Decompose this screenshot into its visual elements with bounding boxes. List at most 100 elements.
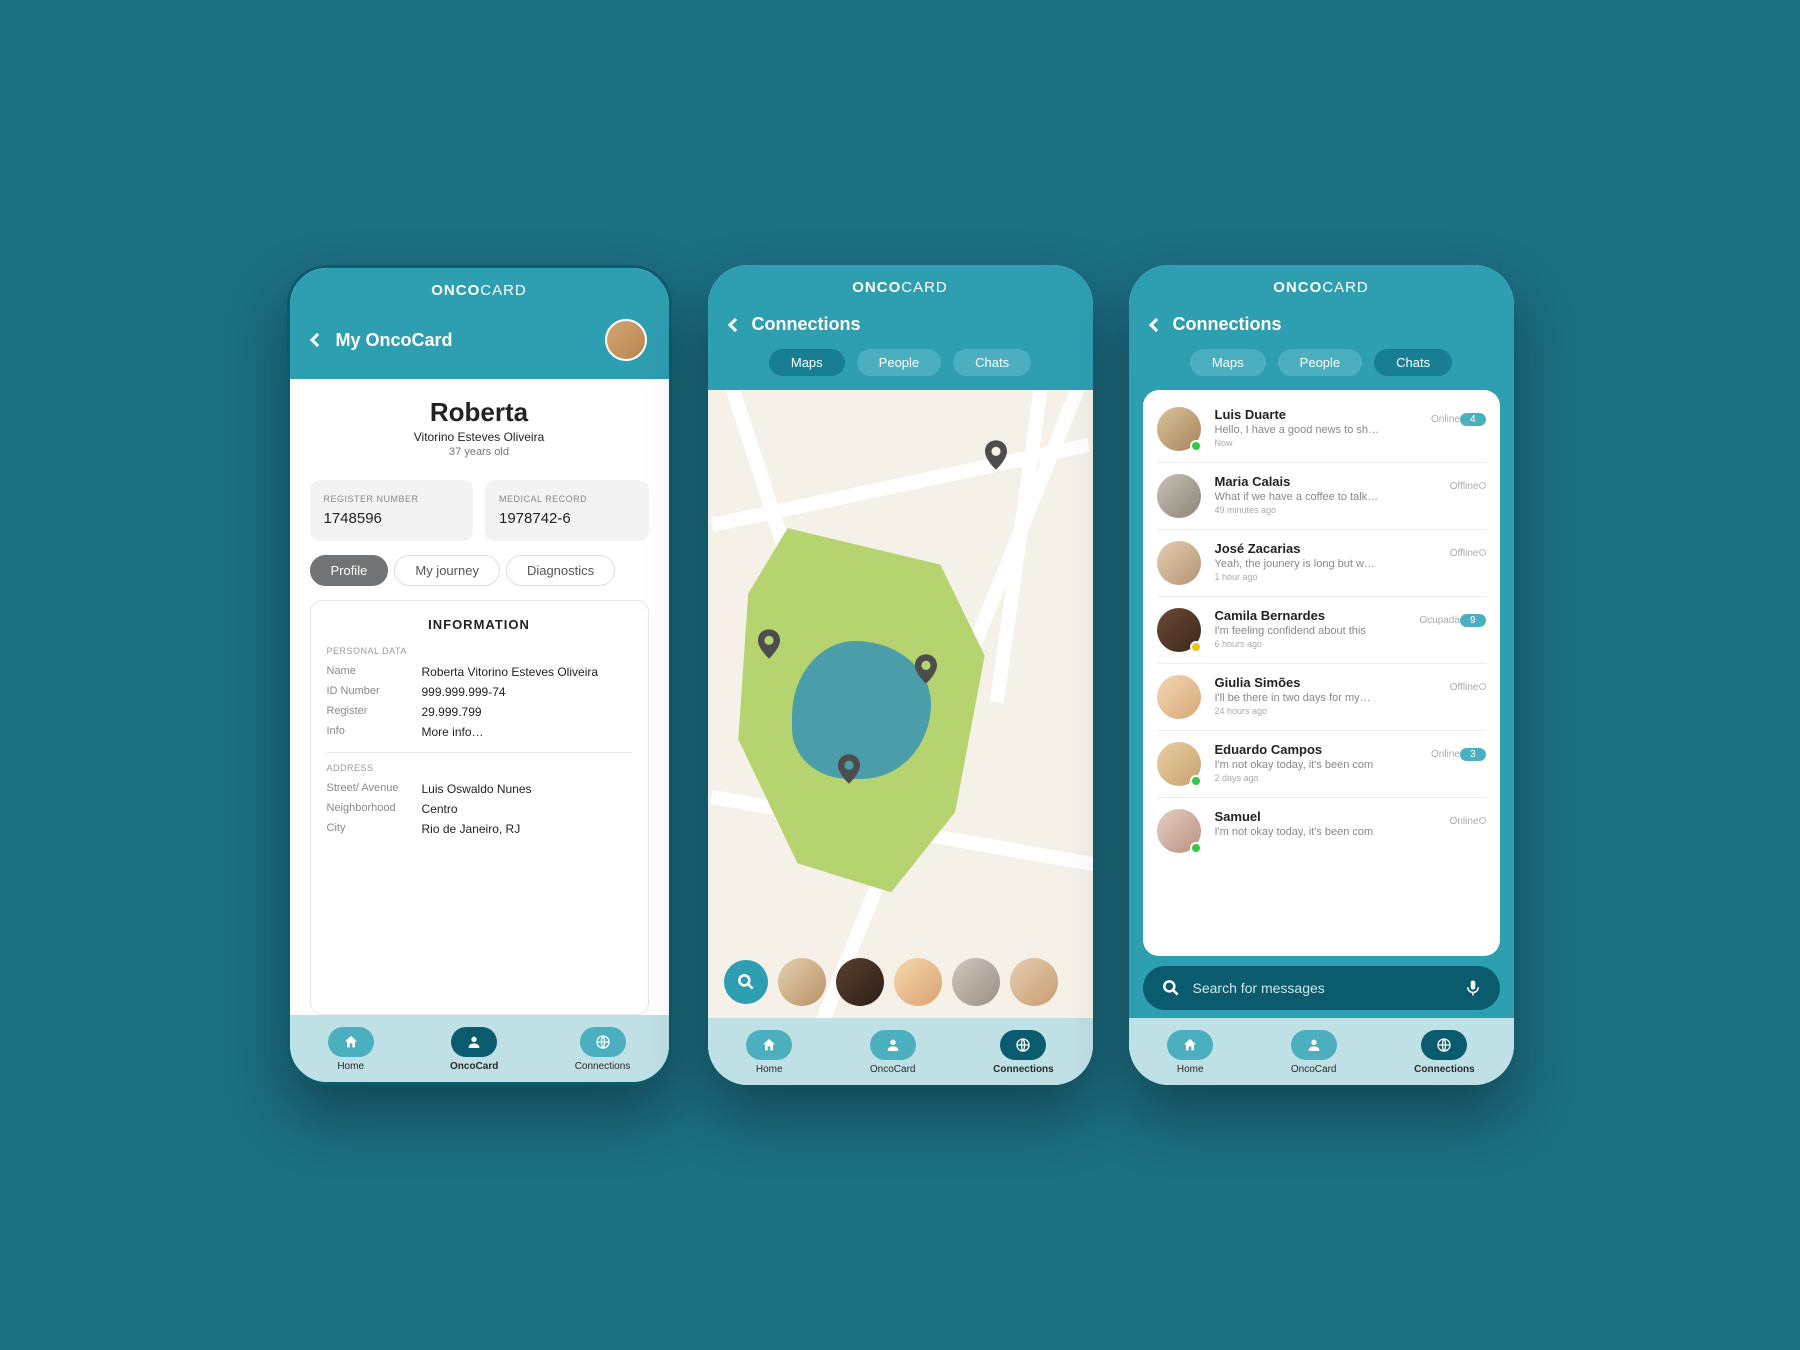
chat-status: Offline: [1450, 474, 1486, 492]
profile-name: Roberta: [290, 397, 669, 428]
person-avatar[interactable]: [952, 958, 1000, 1006]
chat-status: Ocupada9: [1419, 608, 1485, 627]
chat-status: Online: [1450, 809, 1486, 827]
home-icon: [1182, 1037, 1198, 1053]
page-header: Connections: [708, 304, 1093, 349]
globe-icon: [1436, 1037, 1452, 1053]
map-pin-icon[interactable]: [985, 440, 1007, 470]
nav-oncocard[interactable]: OncoCard: [1291, 1030, 1337, 1075]
chat-status: Offline: [1450, 541, 1486, 559]
chat-status: Offline: [1450, 675, 1486, 693]
chat-item[interactable]: Eduardo Campos I'm not okay today, it's …: [1157, 730, 1486, 797]
nav-home[interactable]: Home: [328, 1027, 374, 1072]
medical-card: MEDICAL RECORD 1978742-6: [485, 480, 649, 541]
bottom-nav: Home OncoCard Connections: [1129, 1018, 1514, 1085]
mic-icon[interactable]: [1464, 979, 1482, 997]
profile-summary: Roberta Vitorino Esteves Oliveira 37 yea…: [290, 379, 669, 470]
chat-time: Now: [1215, 438, 1418, 448]
chat-item[interactable]: José Zacarias Yeah, the jounery is long …: [1157, 529, 1486, 596]
avatar: [1157, 541, 1201, 585]
nav-oncocard[interactable]: OncoCard: [450, 1027, 498, 1072]
chat-item[interactable]: Giulia Simões I'll be there in two days …: [1157, 663, 1486, 730]
avatar: [1157, 675, 1201, 719]
avatar: [1157, 608, 1201, 652]
globe-icon: [1015, 1037, 1031, 1053]
tab-chats[interactable]: Chats: [1374, 349, 1452, 376]
user-icon: [1306, 1037, 1322, 1053]
chat-status: Online4: [1431, 407, 1485, 426]
chat-name: José Zacarias: [1215, 541, 1436, 556]
tab-diagnostics[interactable]: Diagnostics: [506, 555, 615, 586]
brand-bar: ONCOCARD: [290, 268, 669, 307]
nav-oncocard[interactable]: OncoCard: [870, 1030, 916, 1075]
nav-connections[interactable]: Connections: [575, 1027, 631, 1072]
person-avatar[interactable]: [836, 958, 884, 1006]
search-icon: [736, 972, 756, 992]
map-people-strip: [708, 946, 1093, 1018]
page-title: My OncoCard: [336, 330, 453, 351]
tab-profile[interactable]: Profile: [310, 555, 389, 586]
chat-preview: I'll be there in two days for my…: [1215, 692, 1436, 704]
message-search[interactable]: [1143, 966, 1500, 1010]
page-title: Connections: [752, 314, 861, 335]
chat-preview: Yeah, the jounery is long but w…: [1215, 558, 1436, 570]
back-icon[interactable]: [309, 333, 323, 347]
user-icon: [466, 1034, 482, 1050]
map-pin-icon[interactable]: [838, 754, 860, 784]
search-input[interactable]: [1193, 980, 1452, 996]
tab-maps[interactable]: Maps: [769, 349, 845, 376]
back-icon[interactable]: [1148, 317, 1162, 331]
person-avatar[interactable]: [778, 958, 826, 1006]
chat-time: 1 hour ago: [1215, 572, 1436, 582]
search-icon: [1161, 978, 1181, 998]
info-panel: INFORMATION PERSONAL DATA NameRoberta Vi…: [310, 600, 649, 1015]
tab-people[interactable]: People: [857, 349, 941, 376]
profile-fullname: Vitorino Esteves Oliveira: [290, 430, 669, 444]
nav-home[interactable]: Home: [1167, 1030, 1213, 1075]
nav-home[interactable]: Home: [746, 1030, 792, 1075]
bottom-nav: Home OncoCard Connections: [708, 1018, 1093, 1085]
person-avatar[interactable]: [894, 958, 942, 1006]
chat-item[interactable]: Luis Duarte Hello, I have a good news to…: [1157, 396, 1486, 462]
nav-connections[interactable]: Connections: [993, 1030, 1054, 1075]
tab-chats[interactable]: Chats: [953, 349, 1031, 376]
chat-preview: I'm not okay today, it's been com: [1215, 759, 1418, 771]
chat-name: Luis Duarte: [1215, 407, 1418, 422]
chat-time: 2 days ago: [1215, 773, 1418, 783]
chat-preview: What if we have a coffee to talk…: [1215, 491, 1436, 503]
tab-maps[interactable]: Maps: [1190, 349, 1266, 376]
chat-item[interactable]: Samuel I'm not okay today, it's been com…: [1157, 797, 1486, 864]
register-card: REGISTER NUMBER 1748596: [310, 480, 474, 541]
chat-time: 49 minutes ago: [1215, 505, 1436, 515]
map-pin-icon[interactable]: [758, 629, 780, 659]
tab-journey[interactable]: My journey: [394, 555, 500, 586]
phone-maps: ONCOCARD Connections Maps People Chats: [708, 265, 1093, 1085]
user-icon: [885, 1037, 901, 1053]
chat-status: Online3: [1431, 742, 1485, 761]
map-search-button[interactable]: [724, 960, 768, 1004]
bottom-nav: Home OncoCard Connections: [290, 1015, 669, 1082]
chat-name: Eduardo Campos: [1215, 742, 1418, 757]
map[interactable]: [708, 390, 1093, 1018]
page-header: My OncoCard: [290, 307, 669, 379]
brand-bar: ONCOCARD: [708, 265, 1093, 304]
chat-item[interactable]: Maria Calais What if we have a coffee to…: [1157, 462, 1486, 529]
back-icon[interactable]: [727, 317, 741, 331]
brand-bar: ONCOCARD: [1129, 265, 1514, 304]
chat-item[interactable]: Camila Bernardes I'm feeling confidend a…: [1157, 596, 1486, 663]
avatar[interactable]: [605, 319, 647, 361]
chat-list: Luis Duarte Hello, I have a good news to…: [1143, 390, 1500, 956]
chat-time: 24 hours ago: [1215, 706, 1436, 716]
avatar: [1157, 407, 1201, 451]
avatar: [1157, 742, 1201, 786]
chat-name: Giulia Simões: [1215, 675, 1436, 690]
tab-people[interactable]: People: [1278, 349, 1362, 376]
map-pin-icon[interactable]: [915, 654, 937, 684]
nav-connections[interactable]: Connections: [1414, 1030, 1475, 1075]
chat-preview: I'm feeling confidend about this: [1215, 625, 1406, 637]
person-avatar[interactable]: [1010, 958, 1058, 1006]
phone-chats: ONCOCARD Connections Maps People Chats L…: [1129, 265, 1514, 1085]
chat-preview: I'm not okay today, it's been com: [1215, 826, 1436, 838]
globe-icon: [595, 1034, 611, 1050]
avatar: [1157, 474, 1201, 518]
